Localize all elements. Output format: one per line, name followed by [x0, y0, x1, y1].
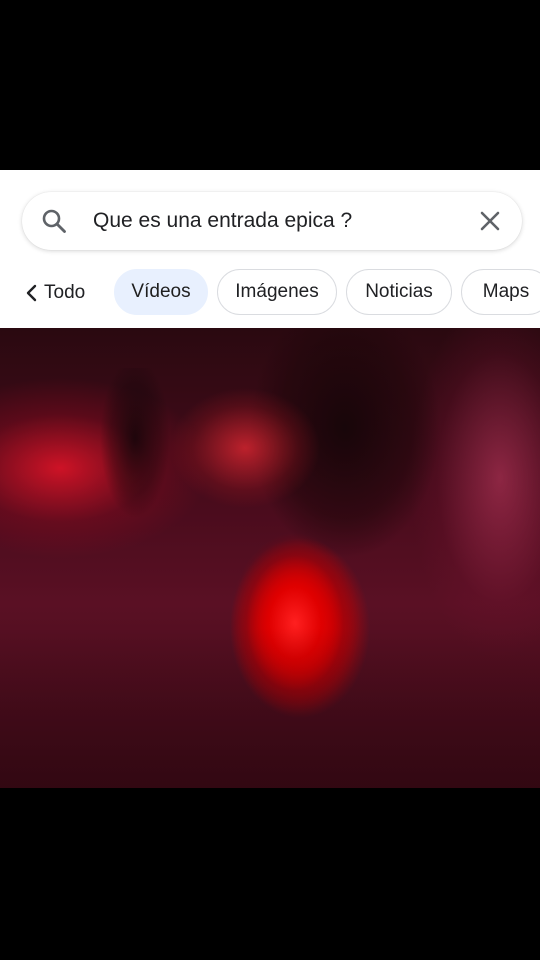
search-input[interactable]: Que es una entrada epica ? [93, 209, 453, 233]
bottom-letterbox [0, 788, 540, 960]
tab-maps[interactable]: Maps [461, 269, 540, 315]
search-panel: Que es una entrada epica ? Todo Vídeos I… [0, 170, 540, 328]
search-tabs: Todo Vídeos Imágenes Noticias Maps [0, 269, 540, 317]
screen: Que es una entrada epica ? Todo Vídeos I… [0, 0, 540, 960]
tab-todo[interactable]: Todo [24, 269, 85, 317]
tab-videos[interactable]: Vídeos [114, 269, 208, 315]
tab-imagenes[interactable]: Imágenes [217, 269, 337, 315]
video-hand-glow [170, 388, 320, 508]
video-frame[interactable] [0, 328, 540, 788]
tab-todo-label: Todo [44, 282, 86, 303]
search-icon[interactable] [41, 208, 67, 234]
video-shadow-figure [100, 368, 170, 528]
tab-noticias[interactable]: Noticias [346, 269, 452, 315]
video-floor [0, 628, 540, 788]
search-bar[interactable]: Que es una entrada epica ? [22, 192, 522, 250]
top-letterbox [0, 0, 540, 170]
chevron-left-icon [24, 284, 38, 302]
close-icon[interactable] [476, 207, 504, 235]
